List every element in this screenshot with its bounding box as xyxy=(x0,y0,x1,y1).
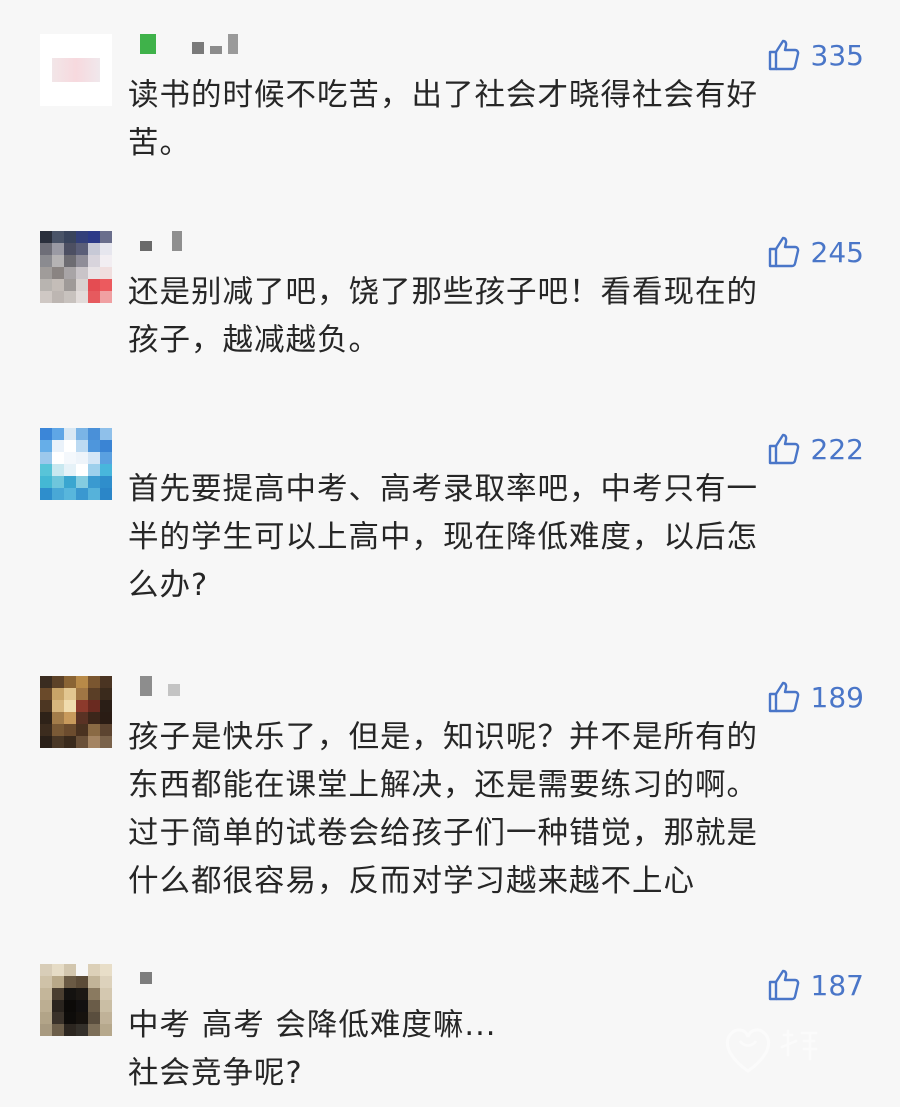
thumbs-up-icon xyxy=(768,39,799,71)
comment-text: 还是别减了吧，饶了那些孩子吧！看看现在的 孩子，越减越负。 xyxy=(128,275,758,358)
thumbs-up-icon xyxy=(768,681,799,713)
avatar[interactable] xyxy=(40,676,112,748)
thumbs-up-icon xyxy=(768,236,799,268)
thumbs-up-icon xyxy=(768,969,799,1001)
username-pixelated[interactable] xyxy=(140,676,186,696)
username-pixelated[interactable] xyxy=(140,231,188,251)
like-count: 222 xyxy=(810,432,864,466)
like-button[interactable]: 222 xyxy=(767,432,864,466)
like-count: 187 xyxy=(810,968,864,1002)
avatar[interactable] xyxy=(40,428,112,500)
comment-text: 读书的时候不吃苦，出了社会才晓得社会有好 苦。 xyxy=(128,78,758,161)
like-button[interactable]: 335 xyxy=(767,38,864,72)
like-count: 335 xyxy=(810,38,864,72)
like-button[interactable]: 245 xyxy=(767,235,864,269)
heart-logo-icon xyxy=(725,1028,818,1073)
thumbs-up-icon xyxy=(768,433,799,465)
avatar[interactable] xyxy=(40,964,112,1036)
like-button[interactable]: 187 xyxy=(767,968,864,1002)
username-pixelated[interactable] xyxy=(140,34,244,54)
comment-text: 孩子是快乐了，但是，知识呢？并不是所有的 东西都能在课堂上解决，还是需要练习的啊… xyxy=(128,720,758,899)
like-button[interactable]: 189 xyxy=(767,680,864,714)
avatar[interactable] xyxy=(40,231,112,303)
avatar[interactable] xyxy=(40,34,112,106)
comment-page: { "comments": [ {"likes": "335", "text":… xyxy=(0,0,900,1107)
username-pixelated[interactable] xyxy=(140,964,158,984)
comment-text: 首先要提高中考、高考录取率吧，中考只有一 半的学生可以上高中，现在降低难度，以后… xyxy=(128,472,758,603)
like-count: 189 xyxy=(810,680,864,714)
like-count: 245 xyxy=(810,235,864,269)
